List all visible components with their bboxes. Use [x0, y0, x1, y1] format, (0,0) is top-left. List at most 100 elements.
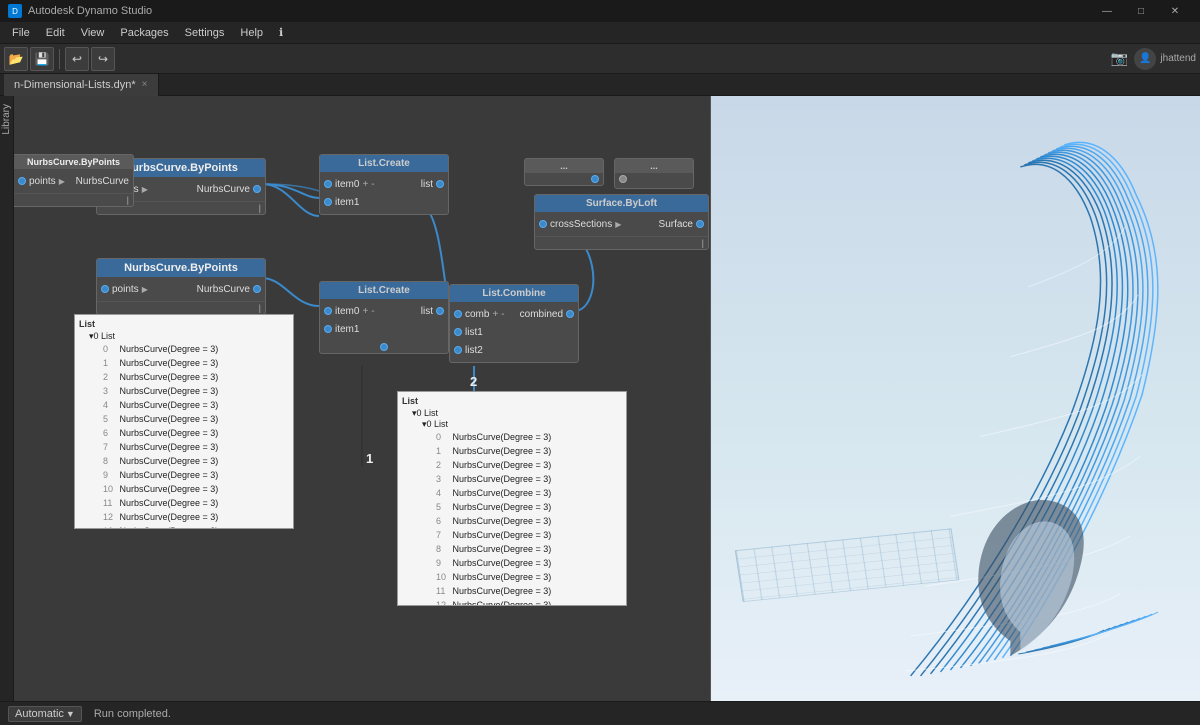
list-item-s12: 12 NurbsCurve(Degree = 3) — [99, 510, 289, 524]
port-arrow-bottom: ▶ — [142, 285, 148, 294]
menu-packages[interactable]: Packages — [112, 25, 176, 41]
list-item-l4: 4 NurbsCurve(Degree = 3) — [432, 486, 622, 500]
menu-settings[interactable]: Settings — [177, 25, 233, 41]
port-minus[interactable]: - — [371, 179, 374, 190]
toolbar: 📂 💾 ↩ ↪ 📷 👤 jhattend — [0, 44, 1200, 74]
port-label-partial: points — [29, 176, 56, 187]
label-points-bottom: points — [112, 284, 139, 295]
node-partial-top[interactable]: NurbsCurve.ByPoints points ▶ NurbsCurve … — [14, 154, 134, 207]
node-surface-byloft[interactable]: Surface.ByLoft crossSections ▶ Surface | — [534, 194, 709, 250]
menu-view[interactable]: View — [73, 25, 113, 41]
library-label[interactable]: Library — [1, 100, 12, 139]
node-body-bottom: points ▶ NurbsCurve — [97, 277, 265, 301]
port-minus-c[interactable]: - — [501, 309, 504, 320]
list-panel-small: List ▾0 List 0 NurbsCurve(Degree = 3) 1 … — [74, 314, 294, 529]
list-panel-large: List ▾0 List ▾0 List 0 NurbsCurve(Degree… — [397, 391, 627, 606]
user-avatar[interactable]: 👤 — [1134, 48, 1156, 70]
list-item-l1: 1 NurbsCurve(Degree = 3) — [432, 444, 622, 458]
menu-info[interactable]: ℹ — [271, 24, 291, 41]
node-partial-top3-body — [615, 173, 693, 188]
port-row-crosssections: crossSections ▶ Surface — [535, 215, 708, 233]
node-partial-top3-header: ... — [615, 159, 693, 173]
port-row-comb: comb + - combined — [450, 305, 578, 323]
redo-button[interactable]: ↪ — [91, 47, 115, 71]
node-footer-bottom: | — [97, 301, 265, 314]
label-item1-b: item1 — [335, 324, 359, 335]
camera-icon[interactable]: 📷 — [1108, 48, 1130, 70]
run-mode-dropdown[interactable]: Automatic ▼ — [8, 706, 82, 722]
curve-surface-svg — [711, 96, 1200, 701]
output-list-bottom: list — [421, 306, 433, 317]
minimize-button[interactable]: — — [1090, 0, 1124, 22]
node-surface-byloft-body: crossSections ▶ Surface — [535, 212, 708, 236]
close-button[interactable]: ✕ — [1158, 0, 1192, 22]
port-arrow-cs: ▶ — [615, 220, 621, 229]
list-item-l3: 3 NurbsCurve(Degree = 3) — [432, 472, 622, 486]
save-button[interactable]: 💾 — [30, 47, 54, 71]
node-partial-top3[interactable]: ... — [614, 158, 694, 189]
open-button[interactable]: 📂 — [4, 47, 28, 71]
node-listcreate-bottom-body: item0 + - list item1 — [320, 299, 448, 341]
port-dot-p2 — [591, 175, 599, 183]
port-dot-item0-b — [324, 307, 332, 315]
port-plus-c[interactable]: + — [492, 309, 498, 320]
list-item-l0: 0 NurbsCurve(Degree = 3) — [432, 430, 622, 444]
undo-button[interactable]: ↩ — [65, 47, 89, 71]
node-listcreate-bottom-header: List.Create — [320, 282, 448, 299]
app-icon: D — [8, 4, 22, 18]
node-nurbscurve-bottom[interactable]: NurbsCurve.ByPoints points ▶ NurbsCurve … — [96, 258, 266, 315]
node-listcombine[interactable]: List.Combine comb + - combined — [449, 284, 579, 363]
node-listcreate-top-header: List.Create — [320, 155, 448, 172]
node-partial-body: points ▶ NurbsCurve — [14, 169, 133, 193]
port-combined-out: combined — [520, 309, 574, 320]
port-arrow-partial: ▶ — [59, 177, 65, 186]
canvas[interactable]: NurbsCurve.ByPoints points ▶ NurbsCurve … — [14, 96, 1200, 701]
port-plus-b[interactable]: + — [362, 306, 368, 317]
port-minus-b[interactable]: - — [371, 306, 374, 317]
list-item-s0: 0 NurbsCurve(Degree = 3) — [99, 342, 289, 356]
node-partial-top2-body — [525, 173, 603, 185]
port-item1-bottom: item1 — [324, 324, 359, 335]
list-subtitle1-large: ▾0 List — [412, 408, 438, 418]
label-item0-b: item0 — [335, 306, 359, 317]
list-item-s8: 8 NurbsCurve(Degree = 3) — [99, 454, 289, 468]
output-list-top: list — [421, 179, 433, 190]
port-row-item0-top: item0 + - list — [320, 175, 448, 193]
port-dot-item1 — [324, 198, 332, 206]
port-partial-in: points ▶ — [18, 176, 65, 187]
list-large-outer: ▾0 List ▾0 List 0 NurbsCurve(Degree = 3)… — [402, 408, 622, 606]
list-item-s10: 10 NurbsCurve(Degree = 3) — [99, 482, 289, 496]
node-listcreate-top[interactable]: List.Create item0 + - list — [319, 154, 449, 215]
port-dot-bottom-anchor — [380, 343, 388, 351]
port-list1-in: list1 — [454, 327, 483, 338]
port-item0-top: item0 + - — [324, 179, 375, 190]
maximize-button[interactable]: □ — [1124, 0, 1158, 22]
port-dot-list-top — [436, 180, 444, 188]
menu-edit[interactable]: Edit — [38, 25, 73, 41]
port-dot-points-bottom — [101, 285, 109, 293]
list-item-s5: 5 NurbsCurve(Degree = 3) — [99, 412, 289, 426]
username-label: jhattend — [1160, 53, 1196, 64]
menu-help[interactable]: Help — [232, 25, 271, 41]
node-listcombine-header: List.Combine — [450, 285, 578, 302]
library-panel: Library — [0, 96, 14, 701]
list-item-s11: 11 NurbsCurve(Degree = 3) — [99, 496, 289, 510]
list-item-s9: 9 NurbsCurve(Degree = 3) — [99, 468, 289, 482]
port-item0-bottom: item0 + - — [324, 306, 375, 317]
list-item-l2: 2 NurbsCurve(Degree = 3) — [432, 458, 622, 472]
active-tab[interactable]: n-Dimensional-Lists.dyn* × — [4, 74, 159, 96]
tab-close[interactable]: × — [142, 79, 148, 90]
port-row-partial: points ▶ NurbsCurve — [14, 172, 133, 190]
node-listcreate-bottom[interactable]: List.Create item0 + - list — [319, 281, 449, 354]
port-list2-in: list2 — [454, 345, 483, 356]
list-item-s6: 6 NurbsCurve(Degree = 3) — [99, 426, 289, 440]
app-title: Autodesk Dynamo Studio — [28, 5, 152, 17]
menu-file[interactable]: File — [4, 25, 38, 41]
node-surface-byloft-header: Surface.ByLoft — [535, 195, 708, 212]
list-item-s7: 7 NurbsCurve(Degree = 3) — [99, 440, 289, 454]
port-item1-top: item1 — [324, 197, 359, 208]
list-item-l9: 9 NurbsCurve(Degree = 3) — [432, 556, 622, 570]
main-area: Library — [0, 96, 1200, 701]
port-plus[interactable]: + — [362, 179, 368, 190]
node-partial-top2[interactable]: ... — [524, 158, 604, 186]
